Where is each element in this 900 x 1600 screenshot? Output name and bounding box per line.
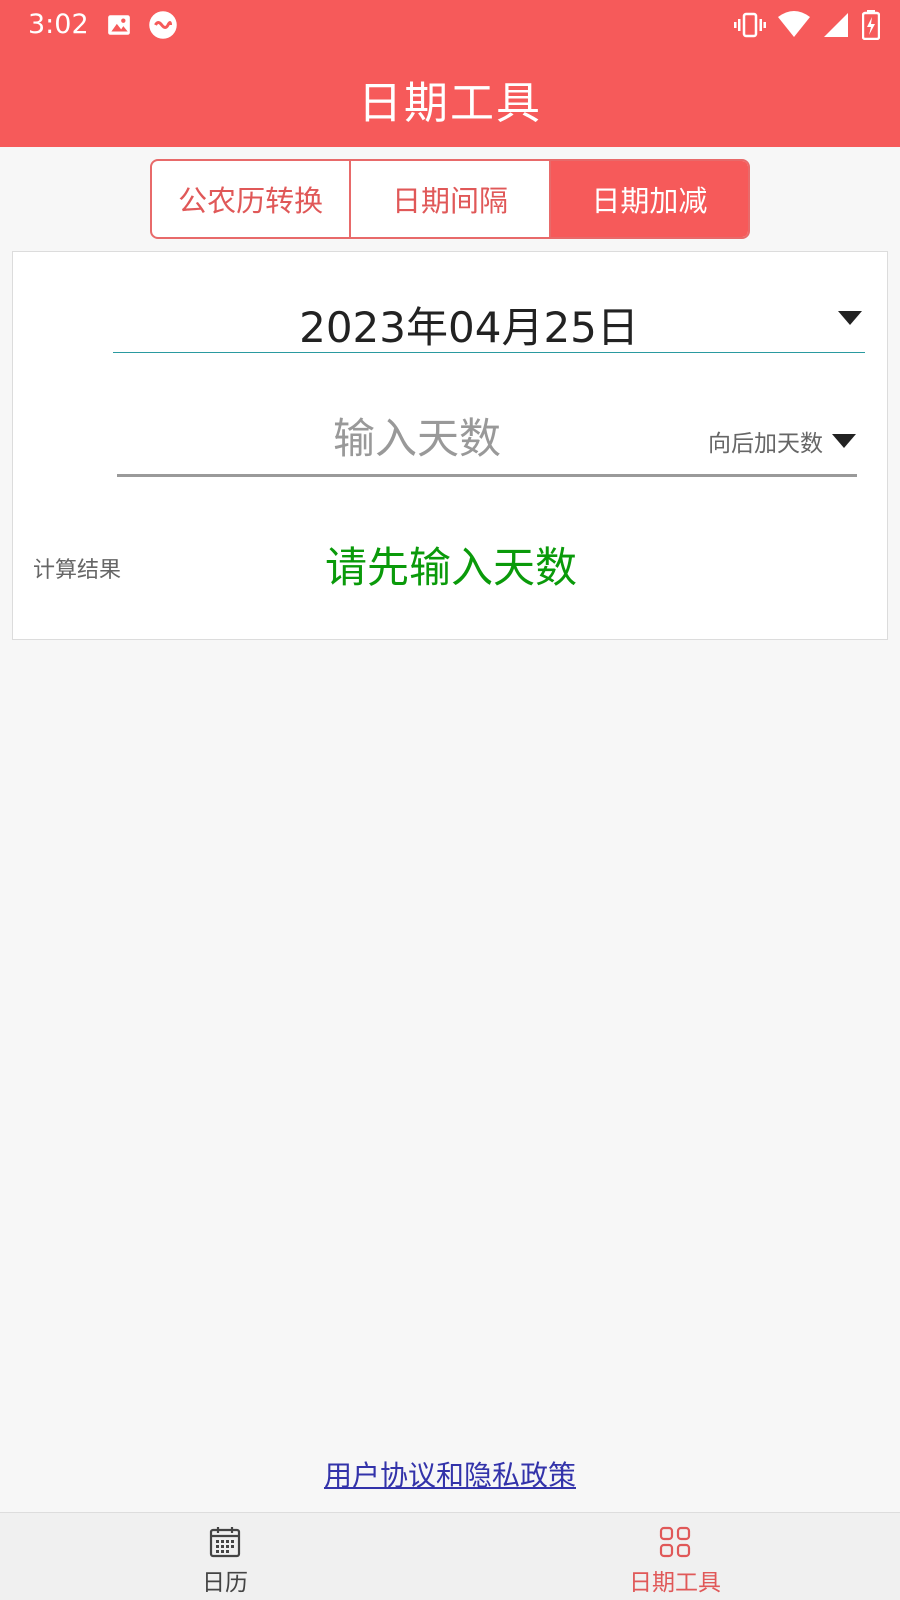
vibrate-icon [734, 12, 766, 38]
app-bar: 日期工具 [0, 50, 900, 147]
wifi-icon [778, 11, 810, 37]
grid-icon [659, 1526, 691, 1558]
caret-down-icon [838, 311, 862, 325]
nav-label-date-tools: 日期工具 [629, 1570, 721, 1596]
status-left-icons [106, 10, 178, 40]
nav-item-calendar[interactable]: 日历 [0, 1513, 450, 1600]
nav-label-calendar: 日历 [202, 1570, 248, 1596]
tab-date-interval[interactable]: 日期间隔 [349, 161, 548, 237]
status-time: 3:02 [28, 9, 89, 40]
direction-select[interactable]: 向后加天数 [708, 424, 857, 458]
image-icon [108, 15, 130, 35]
link-app-icon [149, 11, 177, 39]
nav-item-date-tools[interactable]: 日期工具 [450, 1513, 900, 1600]
battery-charging-icon [862, 10, 880, 40]
date-calc-card: 2023年04月25日 向后加天数 计算结果 请先输入天数 [12, 251, 888, 640]
caret-down-icon [832, 434, 856, 448]
page-title: 日期工具 [358, 77, 542, 129]
status-bar: 3:02 [0, 0, 900, 50]
tab-date-add-subtract[interactable]: 日期加减 [548, 161, 748, 237]
days-input[interactable] [237, 410, 597, 466]
days-row: 向后加天数 [117, 402, 857, 477]
status-right-icons [734, 10, 880, 40]
result-value: 请先输入天数 [324, 543, 577, 592]
bottom-nav: 日历 日期工具 [0, 1512, 900, 1600]
date-picker[interactable]: 2023年04月25日 [113, 290, 865, 353]
selected-date: 2023年04月25日 [299, 303, 639, 352]
tab-lunar-conversion[interactable]: 公农历转换 [152, 161, 349, 237]
agreement-link[interactable]: 用户协议和隐私政策 [0, 1454, 900, 1494]
calendar-icon [209, 1527, 241, 1558]
tool-tabs: 公农历转换 日期间隔 日期加减 [150, 159, 750, 239]
signal-icon [824, 13, 848, 37]
direction-label: 向后加天数 [708, 431, 823, 457]
